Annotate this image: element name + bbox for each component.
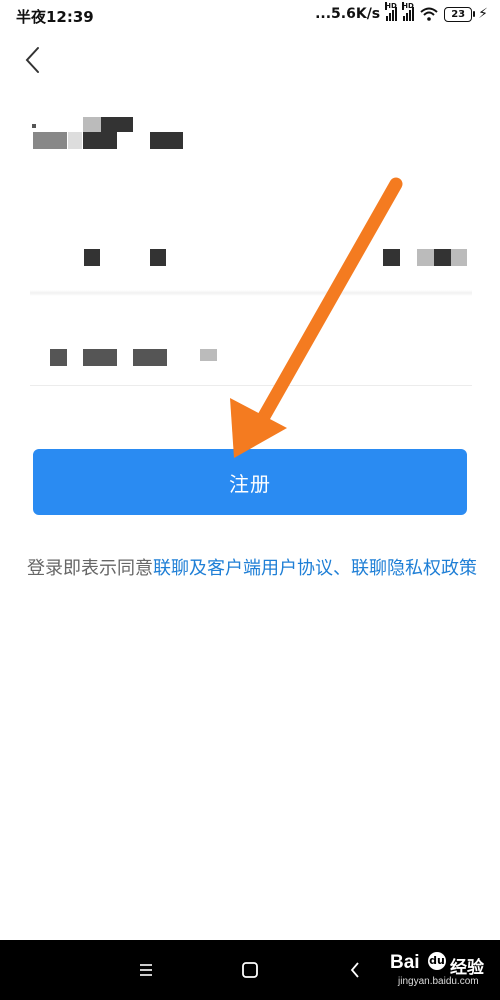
charging-icon: ⚡ <box>478 6 488 22</box>
agreement-prefix: 登录即表示同意 <box>27 558 153 579</box>
status-bar: 半夜12:39 ...5.6K/s HD HD 23 ⚡ <box>0 0 500 32</box>
user-agreement-link[interactable]: 联聊及客户端用户协议 <box>153 558 333 579</box>
battery-icon: 23 <box>444 6 476 22</box>
status-time: 半夜12:39 <box>16 8 94 26</box>
field-underline <box>30 385 472 386</box>
agreement-separator: 、 <box>333 558 351 579</box>
phone-field[interactable] <box>30 236 472 296</box>
chevron-left-icon <box>25 47 39 73</box>
wifi-icon <box>420 7 438 21</box>
privacy-policy-link[interactable]: 联聊隐私权政策 <box>351 558 477 579</box>
watermark-brand: Bai <box>390 952 420 973</box>
field-underline <box>30 290 472 296</box>
square-icon <box>242 962 258 978</box>
watermark-url: jingyan.baidu.com <box>398 976 479 987</box>
signal-icon-2: HD <box>402 2 415 21</box>
agreement-text: 登录即表示同意联聊及客户端用户协议、联聊隐私权政策 <box>27 553 477 585</box>
navigation-bar: Bai du 经验 jingyan.baidu.com <box>0 940 500 1000</box>
signal-icon: HD <box>385 2 398 21</box>
network-speed: ...5.6K/s <box>315 6 381 22</box>
register-button[interactable]: 注册 <box>33 449 467 515</box>
home-button[interactable] <box>232 952 268 988</box>
chevron-left-icon <box>350 962 359 978</box>
nav-back-button[interactable] <box>338 952 374 988</box>
hd-badge: HD <box>385 2 397 10</box>
hamburger-icon <box>140 964 152 976</box>
baidu-jingyan-watermark: Bai du 经验 jingyan.baidu.com <box>390 950 490 992</box>
menu-button[interactable] <box>128 952 164 988</box>
paw-icon: du <box>428 952 446 970</box>
status-icons: ...5.6K/s HD HD 23 ⚡ <box>315 2 488 22</box>
watermark-cn: 经验 <box>450 958 484 978</box>
back-button[interactable] <box>18 42 50 78</box>
hd-badge-2: HD <box>402 2 414 10</box>
